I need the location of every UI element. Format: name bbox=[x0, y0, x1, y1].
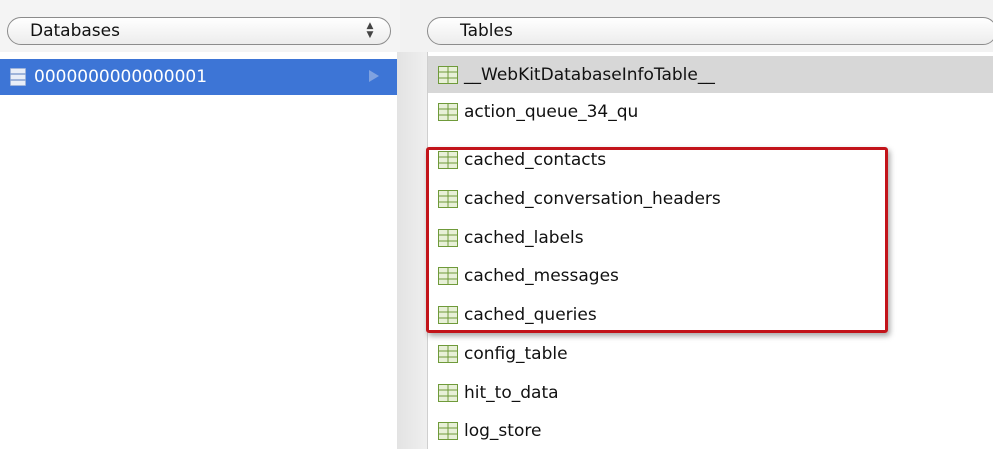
table-icon bbox=[438, 266, 458, 285]
stepper-icon[interactable]: ▲ ▼ bbox=[364, 22, 376, 40]
table-label: cached_messages bbox=[464, 265, 619, 286]
table-label: cached_queries bbox=[464, 304, 597, 325]
chevron-right-icon[interactable] bbox=[369, 70, 379, 82]
table-icon bbox=[438, 102, 458, 121]
table-label: action_queue_34_qu bbox=[464, 101, 639, 122]
table-icon bbox=[438, 228, 458, 247]
database-icon bbox=[10, 68, 26, 86]
databases-selector[interactable]: Databases ▲ ▼ bbox=[7, 17, 391, 45]
tables-list: __WebKitDatabaseInfoTable__ action_queue… bbox=[428, 52, 993, 449]
table-label: cached_labels bbox=[464, 227, 584, 248]
tables-label: Tables bbox=[460, 21, 513, 41]
table-icon bbox=[438, 305, 458, 324]
table-row[interactable]: cached_labels bbox=[428, 219, 993, 256]
table-row[interactable]: cached_conversation_headers bbox=[428, 180, 993, 217]
table-row[interactable]: cached_queries bbox=[428, 296, 993, 333]
table-row[interactable]: cached_contacts bbox=[428, 141, 993, 178]
table-icon bbox=[438, 189, 458, 208]
table-row[interactable]: action_queue_34_qu bbox=[428, 93, 993, 130]
table-label: config_table bbox=[464, 343, 568, 364]
table-row[interactable]: hit_to_data bbox=[428, 374, 993, 411]
table-icon bbox=[438, 65, 458, 84]
table-row[interactable]: log_store bbox=[428, 412, 993, 449]
database-item[interactable]: 0000000000000001 bbox=[0, 59, 397, 95]
databases-list: 0000000000000001 bbox=[0, 52, 398, 449]
table-icon bbox=[438, 383, 458, 402]
database-browser: Databases ▲ ▼ Tables 0000000000000001 __W… bbox=[0, 0, 993, 449]
table-label: log_store bbox=[464, 420, 542, 441]
table-row[interactable]: cached_messages bbox=[428, 257, 993, 294]
table-label: hit_to_data bbox=[464, 382, 559, 403]
table-label: cached_conversation_headers bbox=[464, 188, 721, 209]
table-label: cached_contacts bbox=[464, 149, 607, 170]
table-row[interactable]: config_table bbox=[428, 335, 993, 372]
table-icon bbox=[438, 421, 458, 440]
database-item-label: 0000000000000001 bbox=[34, 67, 208, 87]
table-row[interactable]: __WebKitDatabaseInfoTable__ bbox=[428, 56, 993, 93]
tables-header[interactable]: Tables bbox=[427, 17, 993, 45]
column-divider[interactable] bbox=[397, 52, 428, 449]
table-icon bbox=[438, 344, 458, 363]
databases-label: Databases bbox=[30, 21, 120, 41]
table-label: __WebKitDatabaseInfoTable__ bbox=[464, 64, 715, 85]
table-icon bbox=[438, 150, 458, 169]
